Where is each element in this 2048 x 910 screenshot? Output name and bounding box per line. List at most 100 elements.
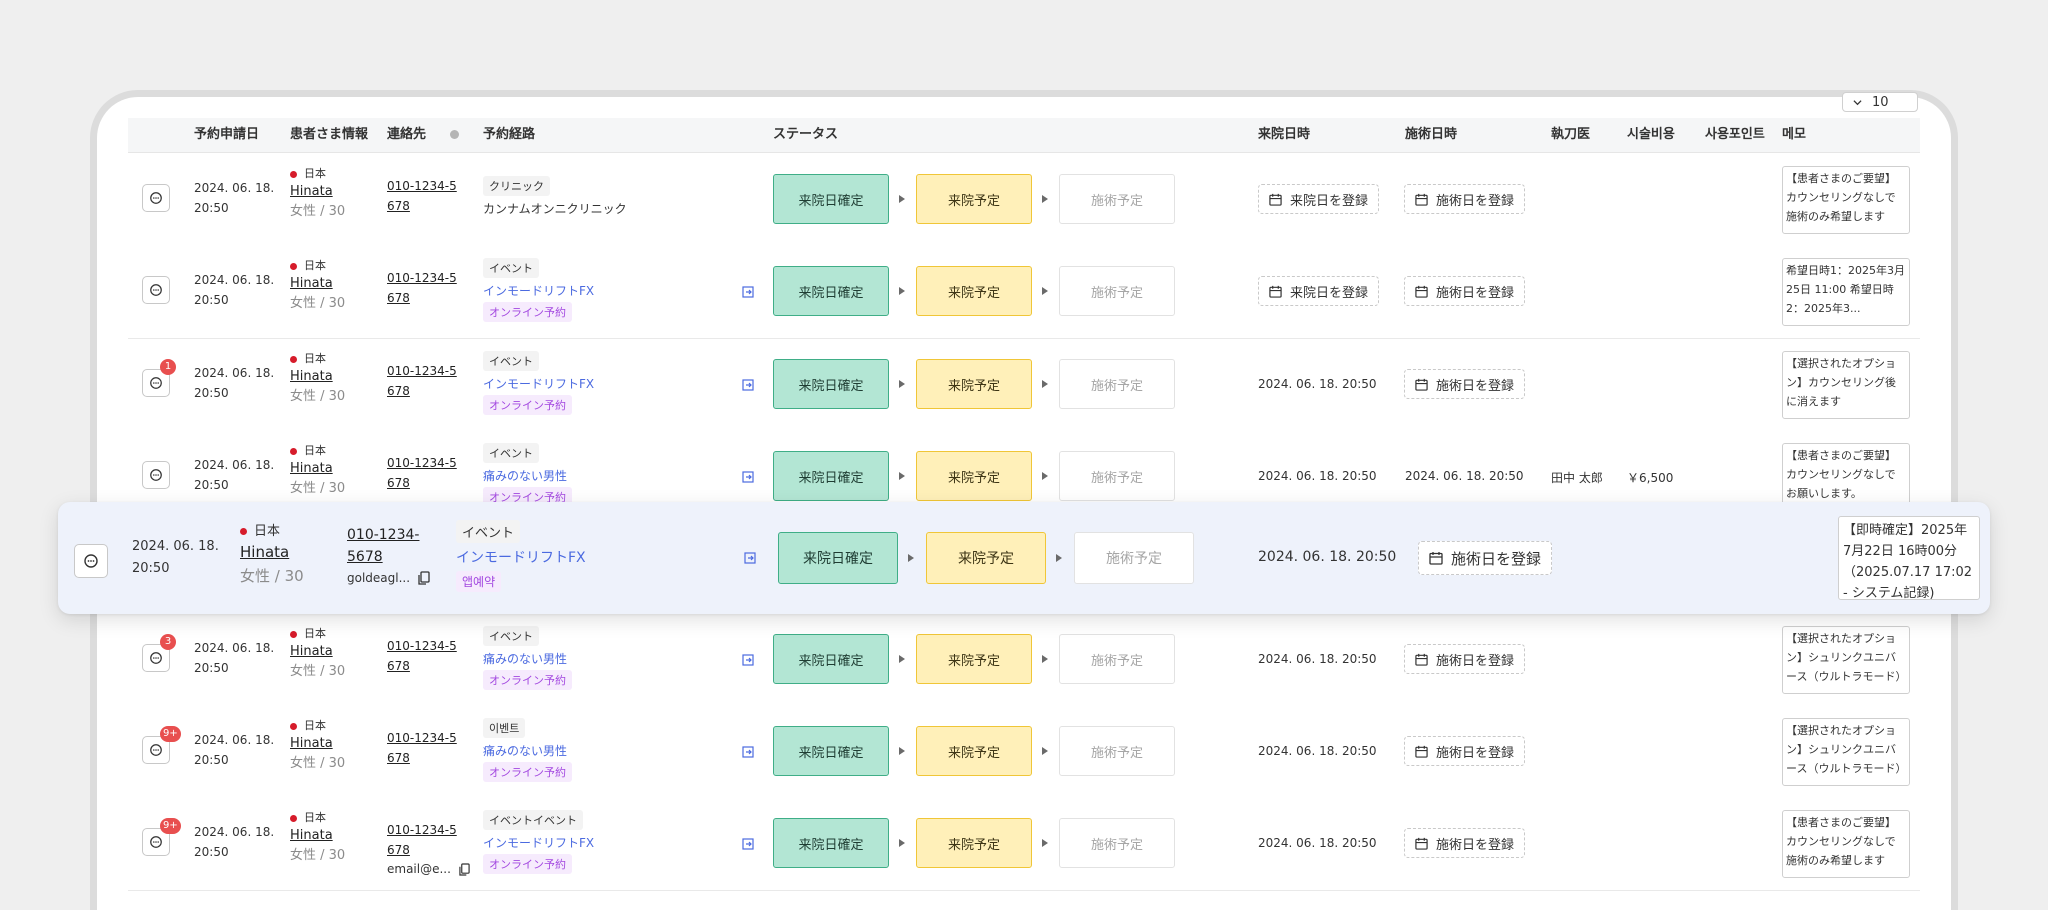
- status-visit-confirmed[interactable]: 来院日確定: [773, 266, 889, 316]
- status-treatment-scheduled[interactable]: 施術予定: [1059, 174, 1175, 224]
- chat-button[interactable]: [142, 461, 170, 489]
- status-visit-confirmed[interactable]: 来院日確定: [773, 174, 889, 224]
- table-row[interactable]: 9+ 2024. 06. 18. 20:50 日本 Hinata 女性 / 30 010-1…: [128, 798, 1920, 891]
- patient-name-link[interactable]: Hinata: [290, 642, 345, 662]
- memo-box[interactable]: 【即時確定】2025年7月22日 16時00分 （2025.07.17 17:0…: [1838, 516, 1980, 600]
- status-visit-scheduled[interactable]: 来院予定: [916, 726, 1032, 776]
- open-link-icon[interactable]: [742, 379, 754, 391]
- japan-flag-icon: [290, 722, 297, 730]
- patient-name-link[interactable]: Hinata: [290, 459, 345, 479]
- table-row[interactable]: 3 2024. 06. 18. 20:50 日本 Hinata 女性 / 30 010-12…: [128, 614, 1920, 707]
- header-applied[interactable]: 予約申請日: [194, 118, 259, 152]
- phone-link[interactable]: 010-1234-5678: [387, 176, 457, 216]
- patient-name-link[interactable]: Hinata: [240, 540, 304, 564]
- route-name-link[interactable]: 痛みのない男性: [483, 650, 572, 668]
- phone-link[interactable]: 010-1234-5678: [387, 820, 457, 860]
- header-contact[interactable]: 連絡先: [387, 118, 460, 152]
- status-visit-scheduled[interactable]: 来院予定: [916, 634, 1032, 684]
- register-treatment-date-button[interactable]: 施術日を登録: [1404, 828, 1526, 858]
- register-treatment-date-button[interactable]: 施術日を登録: [1418, 541, 1553, 575]
- status-visit-scheduled[interactable]: 来院予定: [916, 266, 1032, 316]
- open-link-icon[interactable]: [742, 838, 754, 850]
- route-name-link[interactable]: カンナムオンニクリニック: [483, 200, 627, 218]
- table-row[interactable]: 9+ 2024. 06. 18. 20:50 日本 Hinata 女性 / 30 010-1…: [128, 706, 1920, 799]
- status-treatment-scheduled[interactable]: 施術予定: [1059, 634, 1175, 684]
- status-treatment-scheduled[interactable]: 施術予定: [1059, 451, 1175, 501]
- memo-box[interactable]: 【患者さまのご要望】カウンセリングなしで施術のみ希望します: [1782, 810, 1910, 878]
- memo-box[interactable]: 【選択されたオプション】シュリンクユニバース（ウルトラモード）_...: [1782, 718, 1910, 786]
- open-link-icon[interactable]: [742, 471, 754, 483]
- highlighted-row[interactable]: 2024. 06. 18. 20:50 日本 Hinata 女性 / 30 01…: [58, 502, 1990, 614]
- header-memo[interactable]: 메모: [1782, 118, 1806, 152]
- phone-link[interactable]: 010-1234-5678: [387, 728, 457, 768]
- memo-box[interactable]: 希望日時1：2025年3月25日 11:00 希望日時2：2025年3...: [1782, 258, 1910, 326]
- chat-button[interactable]: [142, 276, 170, 304]
- header-cost[interactable]: 시술비용: [1627, 118, 1675, 152]
- patient-name-link[interactable]: Hinata: [290, 734, 345, 754]
- status-visit-scheduled[interactable]: 来院予定: [916, 451, 1032, 501]
- memo-box[interactable]: 【患者さまのご要望】カウンセリングなしでお願いします。: [1782, 443, 1910, 511]
- status-visit-confirmed[interactable]: 来院日確定: [778, 532, 898, 584]
- phone-link[interactable]: 010-1234-5678: [387, 453, 457, 493]
- memo-box[interactable]: 【選択されたオプション】シュリンクユニバース（ウルトラモード）_...: [1782, 626, 1910, 694]
- status-treatment-scheduled[interactable]: 施術予定: [1074, 532, 1194, 584]
- route-name-link[interactable]: インモードリフトFX: [456, 549, 586, 567]
- register-treatment-date-button[interactable]: 施術日を登録: [1404, 644, 1526, 674]
- status-visit-scheduled[interactable]: 来院予定: [916, 174, 1032, 224]
- open-link-icon[interactable]: [742, 654, 754, 666]
- status-visit-confirmed[interactable]: 来院日確定: [773, 634, 889, 684]
- table-row[interactable]: 1 2024. 06. 18. 20:50 日本 Hinata 女性 / 30 010-12…: [128, 339, 1920, 432]
- header-doctor[interactable]: 執刀医: [1551, 118, 1590, 152]
- status-visit-confirmed[interactable]: 来院日確定: [773, 451, 889, 501]
- phone-link[interactable]: 010-1234-5678: [387, 361, 457, 401]
- register-treatment-date-button[interactable]: 施術日を登録: [1404, 369, 1526, 399]
- patient-name-link[interactable]: Hinata: [290, 182, 345, 202]
- status-treatment-scheduled[interactable]: 施術予定: [1059, 359, 1175, 409]
- copy-icon[interactable]: [418, 571, 430, 585]
- phone-link[interactable]: 010-1234-5678: [387, 636, 457, 676]
- info-icon[interactable]: [450, 130, 460, 139]
- register-treatment-date-button[interactable]: 施術日を登録: [1404, 736, 1526, 766]
- header-patient[interactable]: 患者さま情報: [290, 118, 368, 152]
- register-visit-date-button[interactable]: 来院日を登録: [1258, 276, 1380, 306]
- memo-box[interactable]: 【選択されたオプション】カウンセリング後に消えます: [1782, 351, 1910, 419]
- route-name-link[interactable]: インモードリフトFX: [483, 282, 594, 300]
- register-visit-date-button[interactable]: 来院日を登録: [1258, 184, 1380, 214]
- status-treatment-scheduled[interactable]: 施術予定: [1059, 818, 1175, 868]
- phone-link[interactable]: 010-1234-5678: [347, 524, 427, 568]
- status-treatment-scheduled[interactable]: 施術予定: [1059, 726, 1175, 776]
- patient-name-link[interactable]: Hinata: [290, 274, 345, 294]
- status-visit-confirmed[interactable]: 来院日確定: [773, 359, 889, 409]
- header-treat-date[interactable]: 施術日時: [1405, 118, 1457, 152]
- table-row[interactable]: 2024. 06. 18. 20:50 日本 Hinata 女性 / 30 010-123…: [128, 154, 1920, 247]
- status-visit-scheduled[interactable]: 来院予定: [916, 359, 1032, 409]
- patient-name-link[interactable]: Hinata: [290, 826, 345, 846]
- status-visit-scheduled[interactable]: 来院予定: [926, 532, 1046, 584]
- route-name-link[interactable]: 痛みのない男性: [483, 467, 572, 485]
- chat-button[interactable]: [74, 544, 108, 578]
- open-link-icon[interactable]: [744, 552, 756, 564]
- phone-link[interactable]: 010-1234-5678: [387, 268, 457, 308]
- status-visit-confirmed[interactable]: 来院日確定: [773, 726, 889, 776]
- header-route[interactable]: 予約経路: [483, 118, 535, 152]
- status-visit-confirmed[interactable]: 来院日確定: [773, 818, 889, 868]
- register-treatment-date-button[interactable]: 施術日を登録: [1404, 276, 1526, 306]
- status-treatment-scheduled[interactable]: 施術予定: [1059, 266, 1175, 316]
- register-treatment-date-button[interactable]: 施術日を登録: [1404, 184, 1526, 214]
- status-visit-scheduled[interactable]: 来院予定: [916, 818, 1032, 868]
- nationality-label: 日本: [304, 811, 326, 824]
- route-name-link[interactable]: インモードリフトFX: [483, 375, 594, 393]
- header-status[interactable]: ステータス: [773, 118, 838, 152]
- table-row[interactable]: 2024. 06. 18. 20:50 日本 Hinata 女性 / 30 010-123…: [128, 246, 1920, 339]
- chat-button[interactable]: [142, 184, 170, 212]
- header-points[interactable]: 사용포인트: [1705, 118, 1765, 152]
- page-size-select[interactable]: 10: [1842, 92, 1918, 112]
- open-link-icon[interactable]: [742, 286, 754, 298]
- memo-box[interactable]: 【患者さまのご要望】カウンセリングなしで施術のみ希望します: [1782, 166, 1910, 234]
- open-link-icon[interactable]: [742, 746, 754, 758]
- copy-icon[interactable]: [459, 863, 470, 876]
- header-visit-date[interactable]: 来院日時: [1258, 118, 1310, 152]
- route-name-link[interactable]: 痛みのない男性: [483, 742, 572, 760]
- patient-name-link[interactable]: Hinata: [290, 367, 345, 387]
- route-name-link[interactable]: インモードリフトFX: [483, 834, 594, 852]
